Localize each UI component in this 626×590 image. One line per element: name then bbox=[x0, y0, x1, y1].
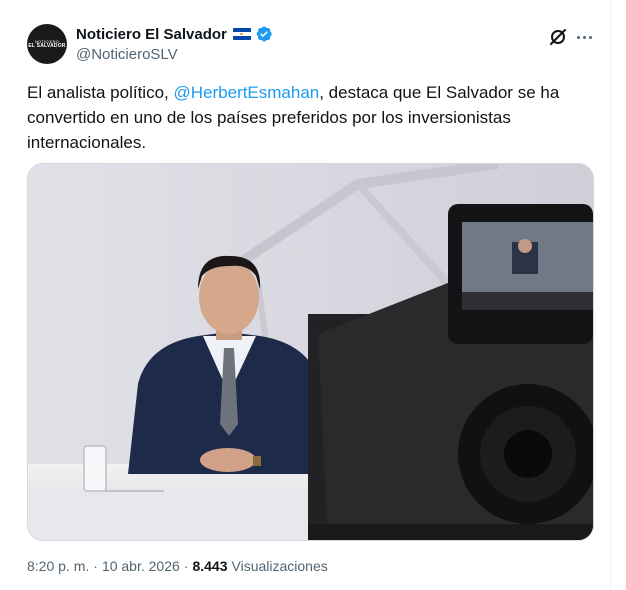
photo-anchor-news-desk-image bbox=[28, 164, 593, 540]
grok-icon[interactable] bbox=[548, 27, 568, 47]
avatar-text-bottom: EL SALVADOR bbox=[28, 43, 66, 49]
tweet-metadata: 8:20 p. m. · 10 abr. 2026 · 8.443 Visual… bbox=[27, 558, 328, 574]
author-handle[interactable]: @NoticieroSLV bbox=[76, 46, 178, 63]
tweet-card[interactable]: NOTICIERO EL SALVADOR Noticiero El Salva… bbox=[0, 0, 611, 590]
tweet-date[interactable]: 10 abr. 2026 bbox=[102, 558, 180, 574]
author-name-row: Noticiero El Salvador bbox=[76, 25, 273, 43]
more-icon[interactable] bbox=[574, 27, 594, 47]
tweet-photo[interactable] bbox=[27, 163, 594, 541]
views-label: Visualizaciones bbox=[231, 558, 328, 574]
tweet-text-start: El analista político, bbox=[27, 83, 174, 102]
views-count: 8.443 bbox=[192, 558, 228, 574]
mention-link[interactable]: @HerbertEsmahan bbox=[173, 83, 319, 102]
verified-badge-icon[interactable] bbox=[255, 25, 273, 43]
tweet-text: El analista político, @HerbertEsmahan, d… bbox=[27, 80, 587, 155]
el-salvador-flag-icon bbox=[232, 28, 251, 40]
meta-separator: · bbox=[93, 558, 98, 574]
tweet-time[interactable]: 8:20 p. m. bbox=[27, 558, 89, 574]
avatar[interactable]: NOTICIERO EL SALVADOR bbox=[27, 24, 67, 64]
author-display-name[interactable]: Noticiero El Salvador bbox=[76, 26, 227, 43]
meta-separator: · bbox=[183, 558, 189, 574]
